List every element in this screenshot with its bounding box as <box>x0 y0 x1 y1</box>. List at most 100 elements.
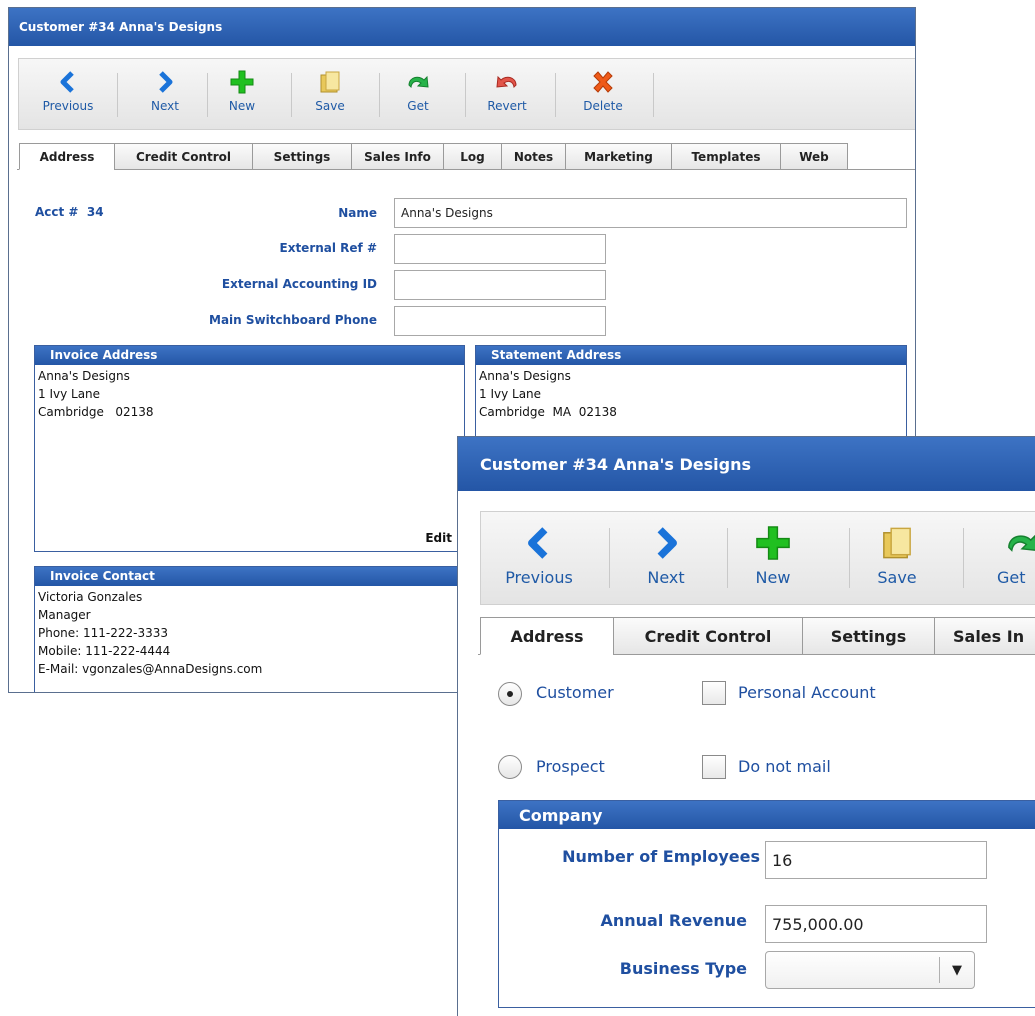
back-tab-marketing[interactable]: Marketing <box>565 143 672 170</box>
arrow-right-icon <box>159 71 173 93</box>
invoice-contact-line: E-Mail: vgonzales@AnnaDesigns.com <box>38 662 263 676</box>
toolbar-separator <box>555 73 556 117</box>
radio-selected-dot <box>507 691 513 697</box>
front-tab-strip: Address Credit Control Settings Sales In <box>480 617 1035 655</box>
front-new-label: New <box>755 568 791 587</box>
prospect-radio[interactable] <box>498 755 522 779</box>
folder-save-icon <box>320 71 340 93</box>
invoice-address-panel: Invoice Address Anna's Designs 1 Ivy Lan… <box>34 345 465 552</box>
front-save-button[interactable]: Save <box>861 512 933 604</box>
toolbar-separator <box>609 528 610 588</box>
external-accounting-id-input[interactable] <box>394 270 606 300</box>
invoice-contact-header: Invoice Contact <box>35 567 464 586</box>
invoice-address-edit-link[interactable]: Edit <box>425 531 452 545</box>
back-delete-label: Delete <box>583 99 623 113</box>
back-tab-templates[interactable]: Templates <box>671 143 781 170</box>
back-get-label: Get <box>407 99 429 113</box>
invoice-contact-line: Manager <box>38 608 91 622</box>
back-save-label: Save <box>315 99 345 113</box>
back-tab-credit-control[interactable]: Credit Control <box>114 143 253 170</box>
back-previous-button[interactable]: Previous <box>31 59 105 129</box>
personal-account-label: Personal Account <box>738 683 876 702</box>
arrow-left-icon <box>528 527 548 559</box>
toolbar-separator <box>291 73 292 117</box>
front-next-label: Next <box>647 568 685 587</box>
front-get-label: Get <box>997 568 1026 587</box>
acct-value: 34 <box>86 205 104 219</box>
back-tab-sales-info[interactable]: Sales Info <box>351 143 444 170</box>
statement-address-line: Anna's Designs <box>479 369 571 383</box>
number-of-employees-input[interactable]: 16 <box>765 841 987 879</box>
toolbar-separator <box>653 73 654 117</box>
front-previous-button[interactable]: Previous <box>487 512 591 604</box>
business-type-label: Business Type <box>619 959 747 978</box>
customer-radio-label: Customer <box>536 683 614 702</box>
back-new-label: New <box>228 99 256 113</box>
statement-address-line: 1 Ivy Lane <box>479 387 542 401</box>
statement-address-header: Statement Address <box>476 346 906 365</box>
external-ref-label: External Ref # <box>279 241 378 255</box>
number-of-employees-label: Number of Employees <box>562 847 760 866</box>
main-switchboard-phone-label: Main Switchboard Phone <box>209 313 377 327</box>
invoice-contact-panel: Invoice Contact Victoria Gonzales Manage… <box>34 566 465 692</box>
arrow-left-icon <box>60 71 74 93</box>
annual-revenue-input[interactable]: 755,000.00 <box>765 905 987 943</box>
toolbar-separator <box>379 73 380 117</box>
company-header: Company <box>499 801 1035 829</box>
back-save-button[interactable]: Save <box>303 59 357 129</box>
toolbar-separator <box>207 73 208 117</box>
statement-address-line: Cambridge MA 02138 <box>479 405 617 419</box>
external-accounting-id-label: External Accounting ID <box>221 277 377 291</box>
toolbar-separator <box>849 528 850 588</box>
front-tab-settings[interactable]: Settings <box>802 617 935 655</box>
prospect-radio-label: Prospect <box>536 757 605 776</box>
invoice-contact-line: Phone: 111-222-3333 <box>38 626 169 640</box>
toolbar-separator <box>963 528 964 588</box>
do-not-mail-label: Do not mail <box>738 757 831 776</box>
back-next-label: Next <box>151 99 179 113</box>
arrow-right-icon <box>657 527 677 559</box>
personal-account-checkbox[interactable] <box>702 681 726 705</box>
refresh-arrow-icon <box>1008 534 1035 552</box>
name-label: Name <box>338 206 377 220</box>
invoice-address-body: Anna's Designs 1 Ivy Lane Cambridge 0213… <box>35 365 464 423</box>
invoice-contact-line: Mobile: 111-222-4444 <box>38 644 171 658</box>
back-tab-address[interactable]: Address <box>19 143 115 170</box>
customer-radio[interactable] <box>498 682 522 706</box>
business-type-select[interactable]: ▼ <box>765 951 975 989</box>
back-tab-strip: Address Credit Control Settings Sales In… <box>19 143 848 170</box>
toolbar-separator <box>727 528 728 588</box>
undo-arrow-icon <box>496 75 517 89</box>
main-switchboard-phone-input[interactable] <box>394 306 606 336</box>
invoice-address-header: Invoice Address <box>35 346 464 365</box>
back-next-button[interactable]: Next <box>139 59 191 129</box>
back-delete-button[interactable]: Delete <box>571 59 635 129</box>
back-tab-log[interactable]: Log <box>443 143 502 170</box>
front-get-button[interactable]: Get <box>981 512 1035 604</box>
invoice-address-line: Anna's Designs <box>38 369 130 383</box>
back-new-button[interactable]: New <box>217 59 267 129</box>
folder-save-icon <box>883 527 911 559</box>
plus-icon <box>230 70 254 94</box>
external-ref-input[interactable] <box>394 234 606 264</box>
front-tab-sales-info[interactable]: Sales In <box>934 617 1035 655</box>
front-tab-credit-control[interactable]: Credit Control <box>613 617 803 655</box>
back-tab-notes[interactable]: Notes <box>501 143 566 170</box>
back-previous-label: Previous <box>42 99 94 113</box>
back-revert-button[interactable]: Revert <box>475 59 539 129</box>
front-next-button[interactable]: Next <box>631 512 701 604</box>
back-tab-settings[interactable]: Settings <box>252 143 352 170</box>
back-toolbar: Previous Next New Save Get Revert Delete <box>18 58 915 130</box>
front-save-label: Save <box>877 568 917 587</box>
chevron-down-icon[interactable]: ▼ <box>940 963 974 978</box>
back-tab-web[interactable]: Web <box>780 143 848 170</box>
annual-revenue-label: Annual Revenue <box>600 911 748 930</box>
do-not-mail-checkbox[interactable] <box>702 755 726 779</box>
invoice-address-line: Cambridge 02138 <box>38 405 154 419</box>
invoice-address-line: 1 Ivy Lane <box>38 387 101 401</box>
name-input[interactable]: Anna's Designs <box>394 198 907 228</box>
back-get-button[interactable]: Get <box>393 59 443 129</box>
back-window-title: Customer #34 Anna's Designs <box>19 20 223 34</box>
front-new-button[interactable]: New <box>741 512 805 604</box>
front-tab-address[interactable]: Address <box>480 617 614 655</box>
